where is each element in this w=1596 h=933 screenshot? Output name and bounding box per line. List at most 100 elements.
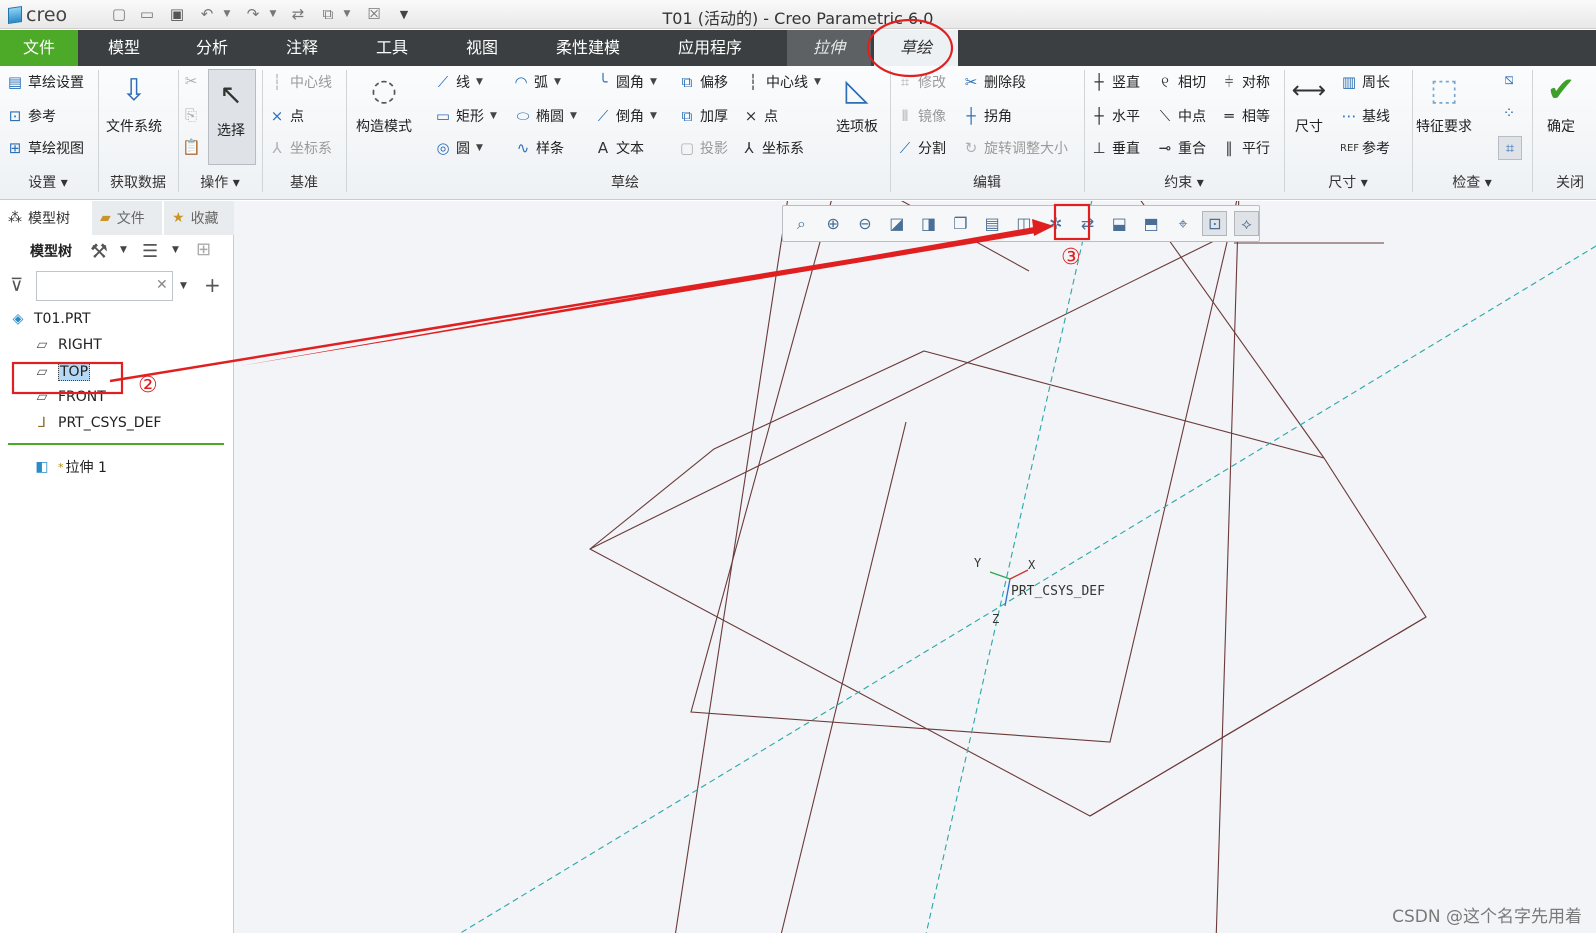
vertical-constraint-button[interactable]: ┼ 竖直: [1090, 72, 1140, 92]
tree-item-right[interactable]: ▱ RIGHT: [34, 337, 102, 353]
spin-center-icon[interactable]: ⌖: [1171, 211, 1196, 236]
group-constrain[interactable]: 约束 ▾: [1086, 172, 1282, 194]
tab-applications[interactable]: 应用程序: [664, 30, 756, 66]
tree-item-csys[interactable]: ⅃ PRT_CSYS_DEF: [34, 415, 161, 431]
display-style-icon[interactable]: ◨: [916, 211, 941, 236]
ellipse-button[interactable]: ⬭ 椭圆 ▼: [514, 106, 577, 126]
line-button[interactable]: ⟋ 线 ▼: [434, 72, 483, 92]
group-operations[interactable]: 操作 ▾: [180, 172, 260, 194]
group-dimension[interactable]: 尺寸 ▾: [1286, 172, 1410, 194]
tab-model[interactable]: 模型: [88, 30, 160, 66]
midpoint-constraint-button[interactable]: ⟍ 中点: [1156, 106, 1206, 126]
arc-button[interactable]: ◠ 弧 ▼: [512, 72, 560, 92]
tree-settings-dropdown-icon[interactable]: ▼: [120, 245, 127, 255]
horizontal-constraint-button[interactable]: ┼ 水平: [1090, 106, 1140, 126]
repaint-icon[interactable]: ◪: [884, 211, 909, 236]
overlapping-geometry-icon[interactable]: ⧅: [1500, 70, 1518, 88]
divide-button[interactable]: ⟋ 分割: [896, 138, 946, 158]
view-manager-icon[interactable]: ▤: [980, 211, 1005, 236]
modify-button[interactable]: ⌗ 修改: [896, 72, 946, 92]
paste-icon[interactable]: 📋: [182, 138, 201, 156]
datum-point-button[interactable]: × 点: [268, 106, 304, 126]
copy-icon[interactable]: ⎘: [182, 106, 200, 124]
circle-button[interactable]: ◎ 圆 ▼: [434, 138, 482, 158]
reference-dimension-button[interactable]: REF 参考: [1340, 138, 1390, 158]
shade-icon[interactable]: ⬓: [1107, 211, 1132, 236]
construction-mode-button[interactable]: ◌ 构造模式: [356, 70, 412, 136]
datum-csys-button[interactable]: ⅄ 坐标系: [268, 138, 332, 158]
sketcher-display-icon[interactable]: ⟡: [1234, 211, 1259, 236]
tab-folder-browser[interactable]: ▰ 文件: [92, 201, 162, 235]
fillet-button[interactable]: ╰ 圆角 ▼: [594, 72, 656, 92]
tab-model-tree[interactable]: ⁂ 模型树: [0, 201, 92, 235]
search-dropdown-icon[interactable]: ▼: [180, 281, 187, 291]
offset-button[interactable]: ⧉ 偏移: [678, 72, 728, 92]
insert-indicator[interactable]: [8, 443, 224, 445]
chamfer-button[interactable]: ⟋ 倒角 ▼: [594, 106, 657, 126]
tree-item-part[interactable]: ◈ T01.PRT: [10, 311, 91, 327]
feature-requirements-button[interactable]: ⬚ 特征要求: [1416, 70, 1472, 136]
spline-button[interactable]: ∿ 样条: [514, 138, 564, 158]
tab-extrude[interactable]: 拉伸: [787, 30, 871, 66]
tab-file[interactable]: 文件: [0, 30, 78, 66]
references-button[interactable]: ⊡ 参考: [6, 106, 56, 126]
ok-button[interactable]: ✔ 确定: [1542, 70, 1580, 136]
symmetric-constraint-button[interactable]: ⫩ 对称: [1220, 72, 1270, 92]
file-system-button[interactable]: ⇩ 文件系统: [106, 70, 162, 136]
parallel-constraint-button[interactable]: ∥ 平行: [1220, 138, 1270, 158]
sketch-centerline-button[interactable]: ┆ 中心线 ▼: [744, 72, 820, 92]
saved-orientations-icon[interactable]: ❐: [948, 211, 973, 236]
dimension-button[interactable]: ⟷ 尺寸: [1290, 70, 1328, 136]
sketch-point-button[interactable]: × 点: [742, 106, 778, 126]
group-inspect[interactable]: 检查 ▾: [1414, 172, 1530, 194]
refit-icon[interactable]: ⌕: [789, 211, 814, 236]
sketch-setup-button[interactable]: ▤ 草绘设置: [6, 72, 84, 92]
search-input[interactable]: [36, 271, 173, 301]
project-button[interactable]: ▢ 投影: [678, 138, 728, 158]
tab-view[interactable]: 视图: [446, 30, 518, 66]
tab-annotate[interactable]: 注释: [266, 30, 338, 66]
zoom-in-icon[interactable]: ⊕: [821, 211, 846, 236]
cut-icon[interactable]: ✂: [182, 72, 200, 90]
wireframe-icon[interactable]: ⬒: [1139, 211, 1164, 236]
tab-flexible-modeling[interactable]: 柔性建模: [540, 30, 636, 66]
tab-sketch[interactable]: 草绘: [874, 30, 958, 66]
zoom-out-icon[interactable]: ⊖: [853, 211, 878, 236]
delete-segment-button[interactable]: ✂ 删除段: [962, 72, 1026, 92]
text-button[interactable]: A 文本: [594, 138, 644, 158]
mirror-button[interactable]: ⫴ 镜像: [896, 106, 946, 126]
tree-filters-icon[interactable]: ⊞: [196, 239, 211, 260]
sketch-view-icon[interactable]: ⇄: [1075, 211, 1100, 236]
palette-button[interactable]: ◺ 选项板: [836, 70, 878, 136]
sketch-csys-button[interactable]: ⅄ 坐标系: [740, 138, 804, 158]
corner-button[interactable]: ┼ 拐角: [962, 106, 1012, 126]
datum-display-icon[interactable]: ⊡: [1202, 211, 1228, 236]
annotation-display-icon[interactable]: ✲: [1043, 211, 1068, 236]
perpendicular-constraint-button[interactable]: ⊥ 垂直: [1090, 138, 1140, 158]
sketch-view-button[interactable]: ⊞ 草绘视图: [6, 138, 84, 158]
shade-closed-loops-icon[interactable]: ⌗: [1498, 136, 1522, 160]
tab-analysis[interactable]: 分析: [176, 30, 248, 66]
tree-item-extrude[interactable]: ◧ * 拉伸 1: [34, 457, 106, 477]
tree-settings-icon[interactable]: ⚒: [90, 239, 108, 263]
clear-search-icon[interactable]: ✕: [156, 277, 168, 293]
add-icon[interactable]: +: [204, 273, 221, 297]
thicken-button[interactable]: ⧉ 加厚: [678, 106, 728, 126]
highlight-open-ends-icon[interactable]: ⁘: [1500, 104, 1518, 122]
tab-tools[interactable]: 工具: [356, 30, 428, 66]
equal-constraint-button[interactable]: ═ 相等: [1220, 106, 1270, 126]
perimeter-button[interactable]: ▥ 周长: [1340, 72, 1390, 92]
tangent-constraint-button[interactable]: ୧ 相切: [1156, 72, 1206, 92]
group-setup[interactable]: 设置 ▾: [2, 172, 94, 194]
tree-item-top[interactable]: ▱ TOP: [34, 363, 91, 381]
perspective-icon[interactable]: ◫: [1012, 211, 1037, 236]
rotate-resize-button[interactable]: ↻ 旋转调整大小: [962, 138, 1068, 158]
tab-favorites[interactable]: ★ 收藏: [164, 201, 234, 235]
datum-centerline-button[interactable]: ┆ 中心线: [268, 72, 332, 92]
show-dropdown-icon[interactable]: ▼: [172, 245, 179, 255]
baseline-button[interactable]: ⋯ 基线: [1340, 106, 1391, 126]
rectangle-button[interactable]: ▭ 矩形 ▼: [434, 106, 497, 126]
graphics-window[interactable]: Y X Z PRT_CSYS_DEF ⌕ ⊕ ⊖ ◪ ◨ ❐ ▤ ◫ ✲ ⇄ ⬓…: [234, 201, 1596, 933]
tree-item-front[interactable]: ▱ FRONT: [34, 389, 106, 405]
coincident-constraint-button[interactable]: ⊸ 重合: [1156, 138, 1206, 158]
